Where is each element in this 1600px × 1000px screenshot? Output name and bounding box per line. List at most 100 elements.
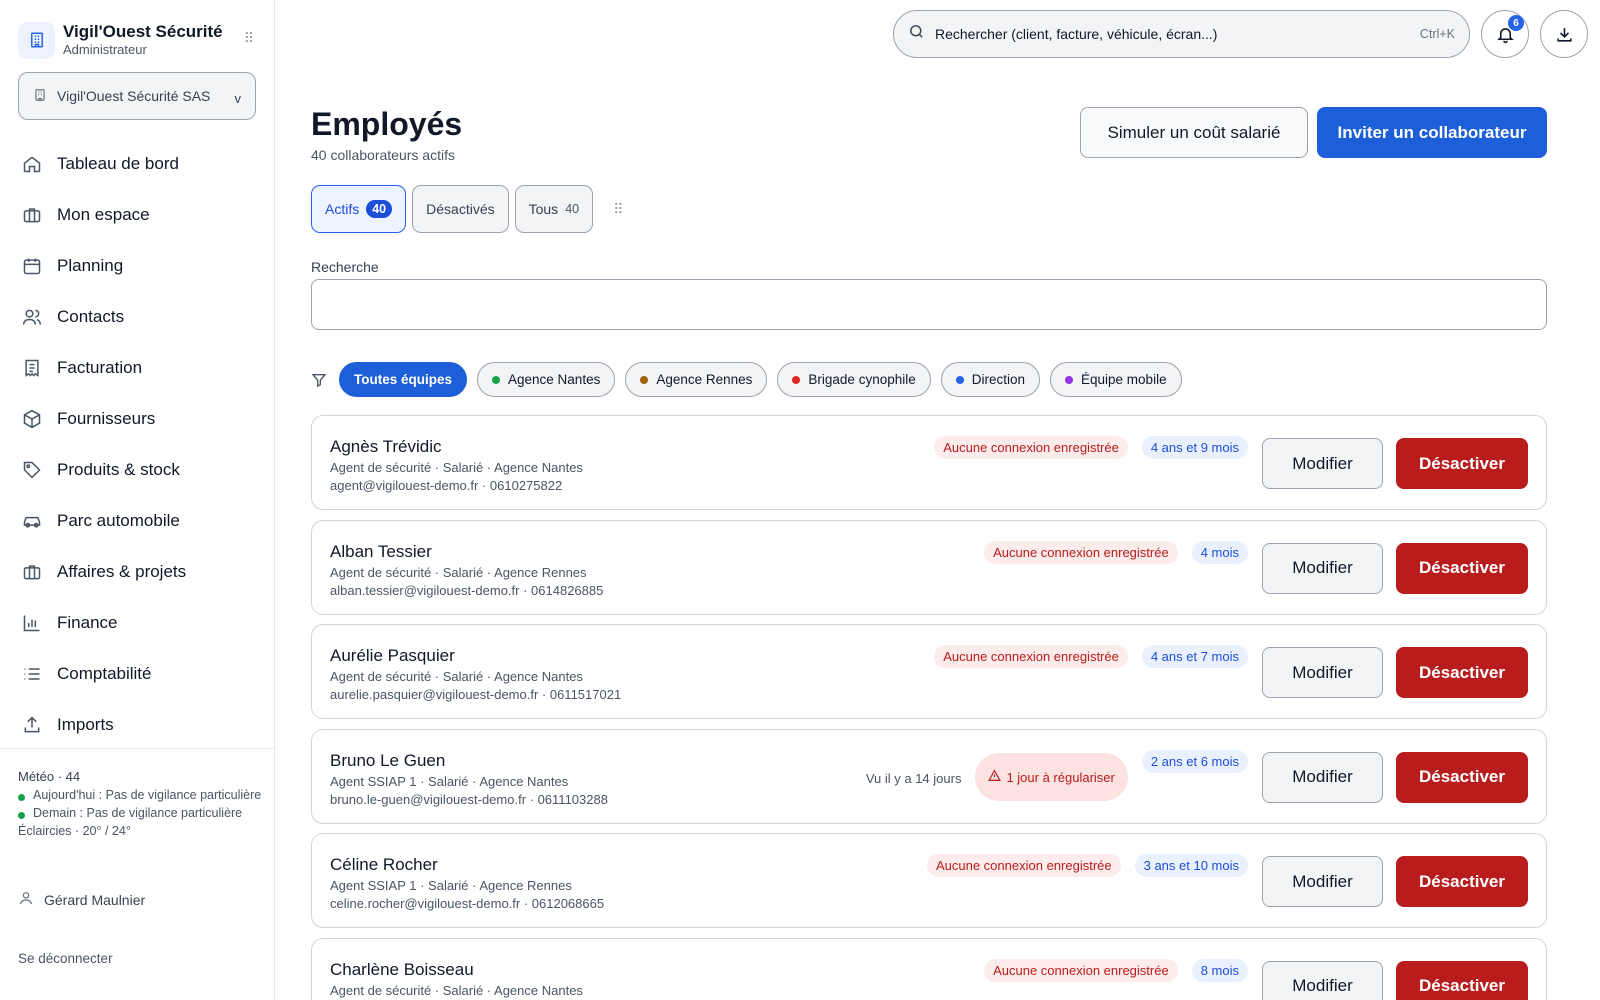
simulate-cost-button[interactable]: Simuler un coût salarié	[1080, 107, 1308, 158]
box-icon	[22, 409, 42, 429]
team-color-dot	[640, 375, 649, 384]
nav-item-facturation[interactable]: Facturation	[0, 342, 275, 393]
deactivate-button[interactable]: Désactiver	[1396, 438, 1528, 489]
building-icon	[33, 88, 47, 105]
team-color-dot	[955, 375, 964, 384]
last-seen: Vu il y a 14 jours	[865, 770, 962, 786]
employee-meta: Agent SSIAP 1 · Salarié · Agence Rennes	[330, 878, 572, 893]
employee-meta: Agent de sécurité · Salarié · Agence Ren…	[330, 564, 587, 580]
nav-item-finance[interactable]: Finance	[0, 597, 275, 648]
upload-icon	[22, 715, 42, 735]
tenure-badge: 3 ans et 10 mois	[1134, 854, 1248, 877]
notifications-button[interactable]: 6	[1481, 10, 1529, 58]
filter-chip-brigade-cynophile[interactable]: Brigade cynophile	[777, 362, 931, 397]
deactivate-button[interactable]: Désactiver	[1396, 960, 1528, 1000]
brand-role: Administrateur	[63, 42, 147, 57]
tenure-badge: 8 mois	[1191, 958, 1248, 982]
chevron-down-icon: v	[234, 91, 242, 106]
logout-link[interactable]: Se déconnecter	[18, 951, 113, 966]
employee-meta: Agent de sécurité · Salarié · Agence Nan…	[330, 669, 583, 684]
nav-item-fournisseurs[interactable]: Fournisseurs	[0, 393, 275, 444]
nav-item-imports[interactable]: Imports	[0, 699, 275, 750]
employee-card: Bruno Le Guen Agent SSIAP 1 · Salarié · …	[311, 728, 1547, 824]
nav-label: Finance	[57, 612, 118, 632]
brand: Vigil'Ouest Sécurité Administrateur ⠿	[18, 18, 258, 62]
edit-button[interactable]: Modifier	[1262, 751, 1383, 803]
car-icon	[22, 511, 42, 531]
deactivate-button[interactable]: Désactiver	[1396, 751, 1528, 803]
no-login-badge: Aucune connexion enregistrée	[934, 436, 1128, 459]
nav-item-produits-stock[interactable]: Produits & stock	[0, 444, 275, 495]
nav-label: Planning	[57, 255, 124, 275]
edit-button[interactable]: Modifier	[1262, 960, 1383, 1000]
employee-search-input[interactable]	[311, 279, 1547, 330]
main-nav: Tableau de bord Mon espace Planning Cont…	[0, 138, 275, 750]
regularize-text: 1 jour à régulariser	[1006, 769, 1115, 785]
tenure-badge: 4 ans et 9 mois	[1141, 436, 1248, 459]
users-icon	[22, 307, 42, 327]
bar-chart-icon	[22, 613, 42, 633]
user-profile[interactable]: Gérard Maulnier	[18, 890, 145, 909]
filter-chip-equipe-mobile[interactable]: Équipe mobile	[1050, 362, 1182, 397]
employee-name: Charlène Boisseau	[330, 959, 474, 979]
employee-name: Alban Tessier	[330, 541, 432, 561]
list-icon	[22, 664, 42, 684]
edit-button[interactable]: Modifier	[1262, 438, 1383, 489]
employee-list: Agnès Trévidic Agent de sécurité · Salar…	[311, 415, 1547, 1000]
invite-collaborator-button[interactable]: Inviter un collaborateur	[1317, 107, 1547, 158]
team-color-dot	[1065, 375, 1074, 384]
chip-label: Agence Nantes	[508, 372, 601, 387]
chip-label: Équipe mobile	[1081, 372, 1167, 387]
company-select-value: Vigil'Ouest Sécurité SAS	[57, 88, 211, 104]
user-icon	[18, 890, 34, 909]
nav-item-parc-automobile[interactable]: Parc automobile	[0, 495, 275, 546]
nav-item-affaires-projets[interactable]: Affaires & projets	[0, 546, 275, 597]
employee-contact: celine.rocher@vigilouest-demo.fr · 06120…	[330, 896, 605, 911]
global-search-input[interactable]	[935, 26, 1420, 42]
global-search[interactable]: Ctrl+K	[893, 10, 1470, 58]
team-filters: Toutes équipes Agence Nantes Agence Renn…	[311, 362, 1192, 397]
briefcase-icon	[22, 562, 42, 582]
status-dot-icon	[18, 794, 25, 801]
employee-card: Aurélie Pasquier Agent de sécurité · Sal…	[311, 624, 1547, 719]
nav-label: Fournisseurs	[57, 408, 156, 428]
nav-item-planning[interactable]: Planning	[0, 240, 275, 291]
drag-handle-icon[interactable]: ⠿	[244, 30, 254, 47]
nav-item-contacts[interactable]: Contacts	[0, 291, 275, 342]
nav-item-tableau-de-bord[interactable]: Tableau de bord	[0, 138, 275, 189]
nav-item-comptabilite[interactable]: Comptabilité	[0, 648, 275, 699]
tab-tous[interactable]: Tous 40	[514, 185, 594, 233]
filter-chip-agence-nantes[interactable]: Agence Nantes	[477, 362, 616, 397]
search-shortcut: Ctrl+K	[1419, 27, 1455, 41]
deactivate-button[interactable]: Désactiver	[1396, 647, 1528, 698]
tab-actifs[interactable]: Actifs 40	[311, 185, 407, 233]
nav-label: Tableau de bord	[57, 153, 179, 173]
edit-button[interactable]: Modifier	[1262, 647, 1383, 698]
search-icon	[908, 23, 925, 45]
nav-label: Facturation	[57, 357, 143, 377]
deactivate-button[interactable]: Désactiver	[1396, 542, 1528, 594]
building-icon	[18, 21, 55, 59]
weather-widget: Météo · 44 Aujourd'hui : Pas de vigilanc…	[18, 768, 263, 840]
nav-label: Parc automobile	[57, 510, 180, 530]
filter-chip-toutes-equipes[interactable]: Toutes équipes	[339, 362, 468, 397]
tab-desactives[interactable]: Désactivés	[412, 185, 509, 233]
employee-name: Céline Rocher	[330, 855, 438, 874]
employee-meta: Agent de sécurité · Salarié · Agence Nan…	[330, 460, 583, 475]
company-select[interactable]: Vigil'Ouest Sécurité SAS v	[18, 72, 256, 120]
no-login-badge: Aucune connexion enregistrée	[984, 958, 1178, 982]
employee-card: Agnès Trévidic Agent de sécurité · Salar…	[311, 415, 1547, 510]
chip-label: Agence Rennes	[656, 372, 753, 387]
no-login-badge: Aucune connexion enregistrée	[934, 645, 1128, 668]
edit-button[interactable]: Modifier	[1262, 856, 1383, 907]
edit-button[interactable]: Modifier	[1262, 542, 1383, 594]
filter-chip-agence-rennes[interactable]: Agence Rennes	[625, 362, 768, 397]
regularize-badge[interactable]: 1 jour à régulariser	[975, 753, 1128, 801]
employee-meta: Agent SSIAP 1 · Salarié · Agence Nantes	[330, 773, 569, 789]
download-button[interactable]	[1540, 10, 1588, 58]
deactivate-button[interactable]: Désactiver	[1396, 856, 1528, 907]
drag-handle-icon[interactable]: ⠿	[613, 201, 623, 218]
user-name: Gérard Maulnier	[44, 891, 146, 908]
nav-item-mon-espace[interactable]: Mon espace	[0, 189, 275, 240]
filter-chip-direction[interactable]: Direction	[940, 362, 1041, 397]
